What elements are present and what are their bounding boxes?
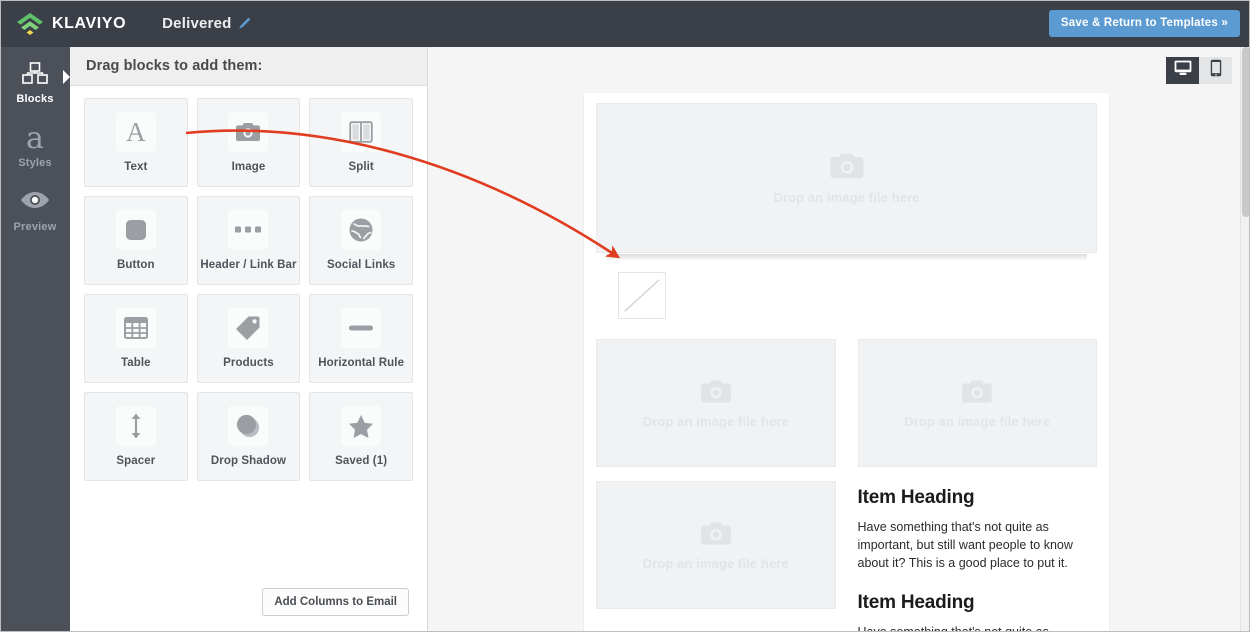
- image-dropzone-right[interactable]: Drop an image file here: [857, 339, 1097, 467]
- document-title: Delivered: [162, 15, 232, 32]
- block-split-label: Split: [348, 161, 374, 173]
- camera-icon: [829, 151, 865, 186]
- brand[interactable]: KLAVIYO: [15, 11, 126, 37]
- pencil-icon[interactable]: [237, 16, 252, 31]
- camera-icon: [961, 378, 993, 410]
- block-horizontal-rule-label: Horizontal Rule: [318, 357, 405, 369]
- email-canvas-area: Drop an image file here Drop an image fi…: [428, 47, 1250, 632]
- block-products-label: Products: [223, 357, 274, 369]
- document-title-group[interactable]: Delivered: [162, 15, 252, 32]
- vertical-scrollbar[interactable]: [1240, 47, 1250, 632]
- camera-icon: [228, 112, 269, 152]
- sidebar-item-preview-label: Preview: [13, 221, 57, 233]
- block-table[interactable]: Table: [84, 294, 188, 383]
- broken-image-placeholder-icon[interactable]: [618, 272, 666, 319]
- star-icon: [341, 406, 382, 446]
- left-nav-rail: Blocks a Styles Preview: [0, 47, 70, 632]
- serif-letter-a-icon: A: [115, 112, 156, 152]
- image-dropzone-split[interactable]: Drop an image file here: [596, 481, 836, 609]
- block-saved[interactable]: Saved (1): [309, 392, 413, 481]
- price-tag-icon: [228, 308, 269, 348]
- block-split[interactable]: Split: [309, 98, 413, 187]
- hero-block-shadow: [606, 254, 1087, 261]
- blocks-panel-title: Drag blocks to add them:: [86, 58, 263, 74]
- horizontal-dash-icon: [341, 308, 382, 348]
- image-dropzone-hero[interactable]: Drop an image file here: [596, 103, 1097, 253]
- item-heading-2[interactable]: Item Heading: [858, 592, 1098, 614]
- blocks-cubes-icon: [0, 60, 70, 90]
- block-text[interactable]: A Text: [84, 98, 188, 187]
- block-horizontal-rule[interactable]: Horizontal Rule: [309, 294, 413, 383]
- blocks-grid: A Text Image Split Button Header / Link …: [70, 86, 427, 481]
- block-social-links[interactable]: Social Links: [309, 196, 413, 285]
- image-dropzone-hero-label: Drop an image file here: [773, 190, 920, 205]
- save-and-return-button[interactable]: Save & Return to Templates »: [1048, 10, 1240, 37]
- block-button[interactable]: Button: [84, 196, 188, 285]
- klaviyo-template-editor: KLAVIYO Delivered Save & Return to Templ…: [0, 0, 1250, 632]
- hero-image-block[interactable]: Drop an image file here: [596, 103, 1097, 261]
- three-dots-icon: [228, 210, 269, 250]
- block-social-links-label: Social Links: [327, 259, 396, 271]
- image-dropzone-split-label: Drop an image file here: [642, 555, 789, 571]
- email-preview-shell: Drop an image file here Drop an image fi…: [583, 93, 1110, 632]
- image-dropzone-right-label: Drop an image file here: [904, 413, 1051, 429]
- top-bar-actions: Save & Return to Templates »: [1048, 10, 1240, 37]
- email-body: Drop an image file here Drop an image fi…: [584, 93, 1109, 632]
- block-header-link-bar-text: Header / Link Bar: [200, 259, 297, 271]
- sidebar-item-styles[interactable]: a Styles: [0, 111, 70, 175]
- two-column-image-row: Drop an image file here Drop an image fi…: [596, 329, 1097, 467]
- active-indicator-arrow-icon: [63, 70, 70, 84]
- sidebar-item-styles-label: Styles: [18, 157, 52, 169]
- block-table-label: Table: [120, 357, 151, 369]
- scrollbar-thumb[interactable]: [1242, 47, 1250, 217]
- block-saved-label: Saved (1): [335, 455, 388, 467]
- block-products[interactable]: Products: [196, 294, 301, 383]
- image-dropzone-left[interactable]: Drop an image file here: [596, 339, 836, 467]
- image-dropzone-left-label: Drop an image file here: [642, 413, 789, 429]
- sidebar-item-preview[interactable]: Preview: [0, 175, 70, 239]
- camera-icon: [700, 520, 732, 552]
- eye-icon: [0, 188, 70, 218]
- item-heading-1[interactable]: Item Heading: [858, 487, 1098, 509]
- brand-name: KLAVIYO: [52, 14, 127, 32]
- block-header-link-bar-label: Button: [117, 259, 155, 271]
- block-drop-shadow-label: Drop Shadow: [210, 455, 287, 467]
- camera-icon: [700, 378, 732, 410]
- vertical-double-arrow-icon: [115, 406, 156, 446]
- table-grid-icon: [115, 308, 156, 348]
- mobile-view-button[interactable]: [1199, 57, 1232, 84]
- circle-with-shadow-icon: [228, 406, 269, 446]
- block-spacer[interactable]: Spacer: [84, 392, 188, 481]
- klaviyo-chevron-logo-icon: [15, 11, 45, 37]
- sidebar-item-blocks-label: Blocks: [16, 93, 54, 105]
- block-drop-shadow[interactable]: Drop Shadow: [196, 392, 301, 481]
- add-columns-to-email-button[interactable]: Add Columns to Email: [262, 588, 409, 616]
- item-body-1[interactable]: Have something that's not quite as impor…: [858, 519, 1098, 572]
- blocks-panel-header: Drag blocks to add them:: [70, 47, 427, 86]
- block-image-label: Image: [231, 161, 266, 173]
- item-body-2[interactable]: Have something that's not quite as: [858, 624, 1098, 632]
- block-header-link-bar[interactable]: Header / Link Bar: [196, 196, 301, 285]
- blocks-panel-footer: Add Columns to Email: [70, 588, 427, 632]
- two-column-split-icon: [341, 112, 382, 152]
- top-bar: KLAVIYO Delivered Save & Return to Templ…: [0, 0, 1250, 47]
- block-spacer-label: Spacer: [116, 455, 156, 467]
- split-text-column: Item Heading Have something that's not q…: [858, 481, 1098, 632]
- sidebar-item-blocks[interactable]: Blocks: [0, 47, 70, 111]
- letter-a-icon: a: [26, 121, 44, 156]
- mobile-phone-icon: [1210, 59, 1222, 82]
- split-image-column: Drop an image file here: [596, 481, 836, 632]
- desktop-monitor-icon: [1174, 60, 1192, 81]
- image-text-split-row: Drop an image file here Item Heading Hav…: [596, 467, 1097, 632]
- block-image[interactable]: Image: [196, 98, 301, 187]
- view-mode-toggle: [1166, 57, 1232, 84]
- block-text-label: Text: [124, 161, 148, 173]
- blocks-panel: Drag blocks to add them: A Text Image Sp…: [70, 47, 428, 632]
- desktop-view-button[interactable]: [1166, 57, 1199, 84]
- rounded-square-button-icon: [115, 210, 156, 250]
- globe-icon: [341, 210, 382, 250]
